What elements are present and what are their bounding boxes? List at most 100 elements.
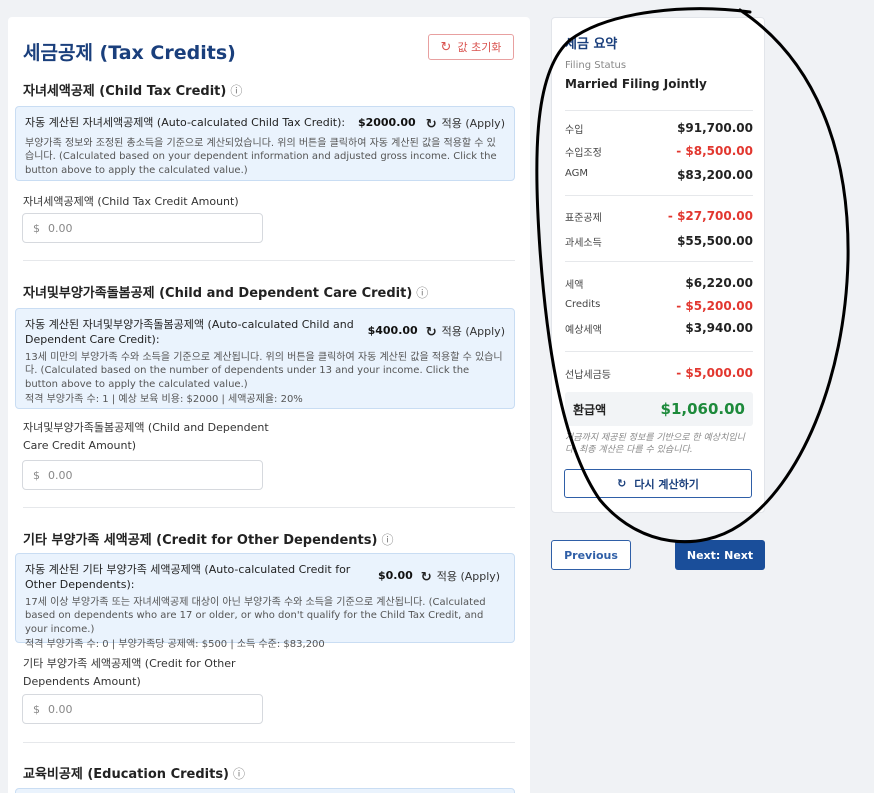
refund-row: 환급액 $1,060.00 <box>565 392 753 426</box>
row-value: $83,200.00 <box>677 168 753 182</box>
summary-title: 세금 요약 <box>565 37 618 52</box>
info-icon[interactable]: ⓘ <box>381 533 393 547</box>
child-tax-credit-title: 자녀세액공제 (Child Tax Credit) ⓘ <box>23 80 242 99</box>
auto-label: 자동 계산된 자녀및부양가족돌봄공제액 (Auto-calculated Chi… <box>25 318 354 346</box>
divider <box>565 195 753 196</box>
auto-amount: $2000.00 <box>357 116 416 129</box>
previous-button[interactable]: Previous <box>551 540 631 570</box>
refund-value: $1,060.00 <box>660 400 745 418</box>
input-placeholder: 0.00 <box>48 221 73 235</box>
row-label: 세액 <box>565 280 584 291</box>
filing-status-label: Filing Status <box>565 60 627 71</box>
auto-description: 13세 미만의 부양가족 수와 소득을 기준으로 계산됩니다. 위의 버튼을 클… <box>25 351 503 390</box>
row-label: 예상세액 <box>565 325 602 336</box>
recalculate-label: 다시 계산하기 <box>634 477 699 491</box>
auto-meta: 적격 부양가족 수: 0 | 부양가족당 공제액: $500 | 소득 수준: … <box>25 639 325 651</box>
divider <box>23 507 515 508</box>
dependent-care-amount-input[interactable]: $ 0.00 <box>22 460 263 490</box>
apply-label: 적용 (Apply) <box>436 570 501 584</box>
info-icon[interactable]: ⓘ <box>230 84 242 98</box>
row-label: 수입조정 <box>565 148 602 159</box>
auto-meta: 적격 부양가족 수: 1 | 예상 보육 비용: $2000 | 세액공제율: … <box>25 394 303 406</box>
label-line-1: 기타 부양가족 세액공제액 (Credit for Other <box>23 657 236 670</box>
row-label: 수입 <box>565 125 584 136</box>
other-dependents-title-text: 기타 부양가족 세액공제 (Credit for Other Dependent… <box>23 533 378 548</box>
divider <box>565 261 753 262</box>
dependent-care-title: 자녀및부양가족돌봄공제 (Child and Dependent Care Cr… <box>23 282 428 301</box>
row-value: - $5,000.00 <box>676 366 753 380</box>
apply-dependent-care-button[interactable]: ↻ 적용 (Apply) <box>426 324 505 342</box>
apply-label: 적용 (Apply) <box>441 325 505 339</box>
other-dependents-amount-label: 기타 부양가족 세액공제액 (Credit for Other Dependen… <box>23 655 236 690</box>
reset-values-label: 값 초기화 <box>457 41 502 54</box>
info-icon[interactable]: ⓘ <box>233 767 245 781</box>
refresh-icon: ↻ <box>425 117 437 132</box>
row-value: $91,700.00 <box>677 121 753 135</box>
input-placeholder: 0.00 <box>48 702 73 716</box>
apply-child-tax-button[interactable]: ↻ 적용 (Apply) <box>426 116 505 134</box>
education-credits-title: 교육비공제 (Education Credits) ⓘ <box>23 763 245 782</box>
child-tax-amount-input[interactable]: $ 0.00 <box>22 213 263 243</box>
summary-row-prepaid: 선납세금등 - $5,000.00 <box>565 366 753 381</box>
refund-label: 환급액 <box>573 402 607 417</box>
summary-row-agm: AGM $83,200.00 <box>565 168 753 182</box>
auto-label: 자동 계산된 기타 부양가족 세액공제액 (Auto-calculated Cr… <box>25 563 351 591</box>
row-value: - $8,500.00 <box>676 144 753 158</box>
education-auto-box <box>15 788 515 793</box>
other-dependents-amount-input[interactable]: $ 0.00 <box>22 694 263 724</box>
child-tax-amount-label: 자녀세액공제액 (Child Tax Credit Amount) <box>23 195 239 208</box>
dependent-care-auto-box: 자동 계산된 자녀및부양가족돌봄공제액 (Auto-calculated Chi… <box>15 308 515 409</box>
row-label: 과세소득 <box>565 238 602 249</box>
page: 세금공제 (Tax Credits) ↻ 값 초기화 자녀세액공제 (Child… <box>0 0 874 793</box>
dependent-care-amount-label: 자녀및부양가족돌봄공제액 (Child and Dependent Care C… <box>23 419 269 454</box>
row-label: Credits <box>565 299 601 310</box>
row-value: $3,940.00 <box>685 321 753 335</box>
row-value: $6,220.00 <box>685 276 753 290</box>
currency-symbol: $ <box>33 468 40 482</box>
reset-values-button[interactable]: ↻ 값 초기화 <box>428 34 514 60</box>
divider <box>565 351 753 352</box>
summary-row-tax: 세액 $6,220.00 <box>565 276 753 291</box>
apply-label: 적용 (Apply) <box>441 117 505 131</box>
info-icon[interactable]: ⓘ <box>416 286 428 300</box>
summary-row-estimated-tax: 예상세액 $3,940.00 <box>565 321 753 336</box>
next-button[interactable]: Next: Next <box>675 540 765 570</box>
page-title: 세금공제 (Tax Credits) <box>23 42 236 64</box>
summary-row-standard-deduction: 표준공제 - $27,700.00 <box>565 209 753 224</box>
estimate-note: 지금까지 제공된 정보를 기반으로 한 예상치입니다. 최종 계산은 다를 수 … <box>565 433 745 455</box>
recalculate-button[interactable]: ↻ 다시 계산하기 <box>564 469 752 498</box>
row-value: - $5,200.00 <box>676 299 753 313</box>
divider <box>565 110 753 111</box>
row-value: $55,500.00 <box>677 234 753 248</box>
refresh-icon: ↻ <box>420 570 432 585</box>
divider <box>23 260 515 261</box>
tax-summary-card: 세금 요약 Filing Status Married Filing Joint… <box>551 17 765 513</box>
auto-label: 자동 계산된 자녀세액공제액 (Auto-calculated Child Ta… <box>25 116 346 129</box>
dependent-care-title-text: 자녀및부양가족돌봄공제 (Child and Dependent Care Cr… <box>23 286 413 301</box>
summary-row-taxable-income: 과세소득 $55,500.00 <box>565 234 753 249</box>
label-line-1: 자녀및부양가족돌봄공제액 (Child and Dependent <box>23 421 269 434</box>
divider <box>23 742 515 743</box>
auto-amount: $400.00 <box>367 324 418 337</box>
summary-row-adjustments: 수입조정 - $8,500.00 <box>565 144 753 159</box>
child-tax-credit-title-text: 자녀세액공제 (Child Tax Credit) <box>23 84 227 99</box>
child-tax-auto-box: 자동 계산된 자녀세액공제액 (Auto-calculated Child Ta… <box>15 106 515 181</box>
apply-other-dependents-button[interactable]: ↻ 적용 (Apply) <box>421 569 500 587</box>
label-line-2: Dependents Amount) <box>23 674 141 688</box>
auto-description: 17세 이상 부양가족 또는 자녀세액공제 대상이 아닌 부양가족 수와 소득을… <box>25 596 486 635</box>
education-credits-title-text: 교육비공제 (Education Credits) <box>23 767 229 782</box>
label-line-2: Care Credit Amount) <box>23 438 137 452</box>
auto-amount: $0.00 <box>378 569 413 582</box>
refresh-icon: ↻ <box>425 325 437 340</box>
row-label: 선납세금등 <box>565 370 611 381</box>
summary-row-credits: Credits - $5,200.00 <box>565 299 753 313</box>
row-label: AGM <box>565 168 589 179</box>
summary-row-income: 수입 $91,700.00 <box>565 121 753 136</box>
row-label: 표준공제 <box>565 213 602 224</box>
filing-status-value: Married Filing Jointly <box>565 77 707 91</box>
other-dependents-auto-box: 자동 계산된 기타 부양가족 세액공제액 (Auto-calculated Cr… <box>15 553 515 650</box>
currency-symbol: $ <box>33 221 40 235</box>
auto-description: 부양가족 정보와 조정된 총소득을 기준으로 계산되었습니다. 위의 버튼을 클… <box>25 137 497 176</box>
refresh-icon: ↻ <box>440 39 452 55</box>
currency-symbol: $ <box>33 702 40 716</box>
